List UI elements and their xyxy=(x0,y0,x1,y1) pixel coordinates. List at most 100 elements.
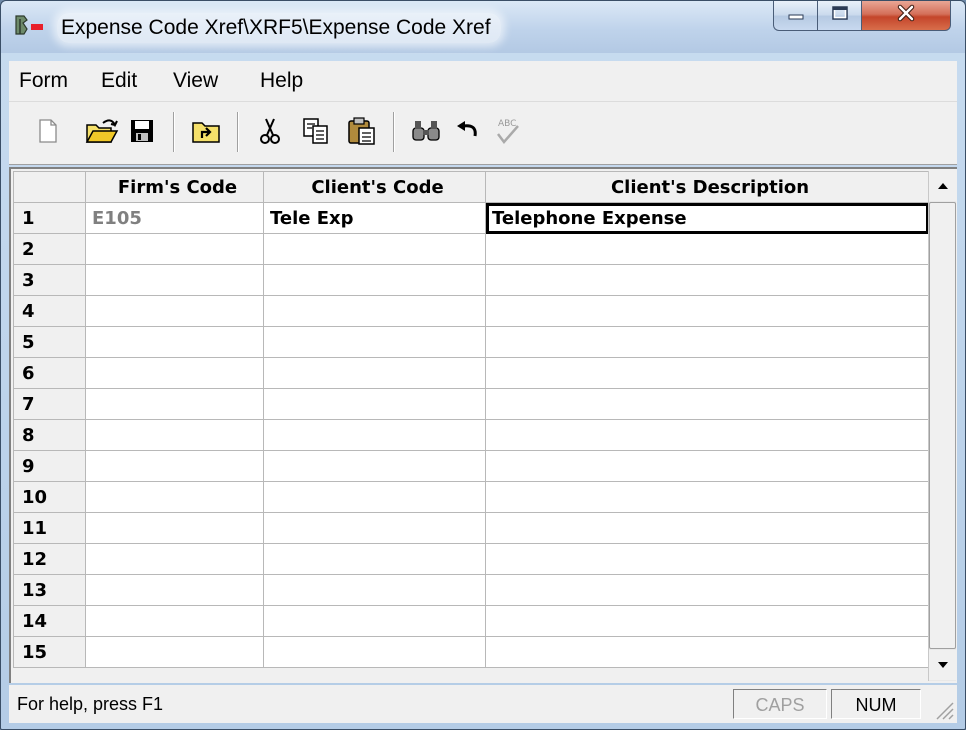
cell-firms-code[interactable] xyxy=(85,233,264,265)
table-row: 7 xyxy=(13,388,929,420)
paste-icon[interactable] xyxy=(345,114,379,148)
table-row: 4 xyxy=(13,295,929,327)
cell-firms-code[interactable] xyxy=(85,264,264,296)
cell-clients-code[interactable] xyxy=(263,419,486,451)
table-row: 9 xyxy=(13,450,929,482)
cell-firms-code[interactable] xyxy=(85,450,264,482)
scroll-up-button[interactable] xyxy=(929,171,956,201)
row-number-header[interactable]: 6 xyxy=(13,357,86,389)
header-clients-description[interactable]: Client's Description xyxy=(485,171,929,203)
cell-firms-code[interactable] xyxy=(85,636,264,668)
cell-clients-code[interactable] xyxy=(263,388,486,420)
menu-view[interactable]: View xyxy=(173,61,218,101)
cell-clients-description[interactable] xyxy=(485,481,929,513)
table-row: 2 xyxy=(13,233,929,265)
minimize-button[interactable] xyxy=(773,1,817,31)
cell-clients-description[interactable]: Telephone Expense xyxy=(485,202,929,234)
save-disk-icon[interactable] xyxy=(125,114,159,148)
find-icon[interactable] xyxy=(409,114,443,148)
cell-firms-code[interactable] xyxy=(85,326,264,358)
close-button[interactable] xyxy=(861,1,951,31)
cell-firms-code[interactable] xyxy=(85,388,264,420)
cell-firms-code[interactable] xyxy=(85,574,264,606)
cell-clients-code[interactable] xyxy=(263,605,486,637)
cell-clients-description[interactable] xyxy=(485,450,929,482)
cell-firms-code[interactable] xyxy=(85,543,264,575)
cell-clients-description[interactable] xyxy=(485,233,929,265)
cell-clients-code[interactable]: Tele Exp xyxy=(263,202,486,234)
cell-clients-description[interactable] xyxy=(485,326,929,358)
cell-clients-description[interactable] xyxy=(485,295,929,327)
cell-clients-description[interactable] xyxy=(485,264,929,296)
cell-clients-code[interactable] xyxy=(263,264,486,296)
row-number-header[interactable]: 3 xyxy=(13,264,86,296)
cell-firms-code[interactable] xyxy=(85,357,264,389)
cell-clients-code[interactable] xyxy=(263,233,486,265)
row-number-header[interactable]: 2 xyxy=(13,233,86,265)
row-number-header[interactable]: 8 xyxy=(13,419,86,451)
status-bar: For help, press F1 CAPS NUM xyxy=(9,685,957,723)
row-number-header[interactable]: 14 xyxy=(13,605,86,637)
row-number-header[interactable]: 15 xyxy=(13,636,86,668)
cell-clients-code[interactable] xyxy=(263,450,486,482)
cell-clients-code[interactable] xyxy=(263,357,486,389)
row-number-header[interactable]: 7 xyxy=(13,388,86,420)
open-folder-icon[interactable] xyxy=(85,114,119,148)
cell-clients-description[interactable] xyxy=(485,512,929,544)
copy-icon[interactable] xyxy=(299,114,333,148)
row-number-header[interactable]: 5 xyxy=(13,326,86,358)
vertical-scrollbar[interactable] xyxy=(928,171,956,681)
row-number-header[interactable]: 10 xyxy=(13,481,86,513)
cell-clients-description[interactable] xyxy=(485,574,929,606)
grid-header-row: Firm's Code Client's Code Client's Descr… xyxy=(13,171,929,203)
row-number-header[interactable]: 4 xyxy=(13,295,86,327)
grid-body: 1 E105 Tele Exp Telephone Expense 2 3 4 5 6 7 8 9 10… xyxy=(13,202,929,668)
cell-clients-description[interactable] xyxy=(485,357,929,389)
application-window: Expense Code Xref\XRF5\Expense Code Xref… xyxy=(0,0,966,730)
cell-clients-code[interactable] xyxy=(263,326,486,358)
new-document-icon[interactable] xyxy=(31,114,65,148)
close-icon xyxy=(896,4,916,27)
row-number-header[interactable]: 13 xyxy=(13,574,86,606)
corner-header[interactable] xyxy=(13,171,86,203)
row-number-header[interactable]: 12 xyxy=(13,543,86,575)
cell-clients-code[interactable] xyxy=(263,574,486,606)
scroll-down-button[interactable] xyxy=(929,650,956,680)
cell-clients-code[interactable] xyxy=(263,512,486,544)
menu-form[interactable]: Form xyxy=(19,61,68,101)
table-row: 10 xyxy=(13,481,929,513)
resize-grip-icon[interactable] xyxy=(929,695,955,721)
row-number-header[interactable]: 11 xyxy=(13,512,86,544)
cell-firms-code[interactable] xyxy=(85,419,264,451)
row-number-header[interactable]: 1 xyxy=(13,202,86,234)
scrollbar-thumb[interactable] xyxy=(929,202,956,649)
cell-clients-description[interactable] xyxy=(485,543,929,575)
cell-clients-code[interactable] xyxy=(263,636,486,668)
row-number-header[interactable]: 9 xyxy=(13,450,86,482)
cell-clients-description[interactable] xyxy=(485,388,929,420)
caption-buttons xyxy=(773,1,951,33)
undo-icon[interactable] xyxy=(451,114,485,148)
cut-icon[interactable] xyxy=(253,114,287,148)
cell-clients-code[interactable] xyxy=(263,543,486,575)
cell-firms-code[interactable]: E105 xyxy=(85,202,264,234)
import-icon[interactable] xyxy=(189,114,223,148)
header-firms-code[interactable]: Firm's Code xyxy=(85,171,264,203)
cell-firms-code[interactable] xyxy=(85,605,264,637)
cell-firms-code[interactable] xyxy=(85,512,264,544)
app-logo-icon[interactable] xyxy=(13,13,47,41)
menu-edit[interactable]: Edit xyxy=(101,61,137,101)
toolbar-separator xyxy=(173,112,175,152)
cell-clients-description[interactable] xyxy=(485,636,929,668)
header-clients-code[interactable]: Client's Code xyxy=(263,171,486,203)
cell-clients-code[interactable] xyxy=(263,295,486,327)
maximize-button[interactable] xyxy=(817,1,861,31)
spell-check-icon[interactable]: ABC xyxy=(491,114,525,148)
cell-clients-code[interactable] xyxy=(263,481,486,513)
cell-clients-description[interactable] xyxy=(485,419,929,451)
cell-firms-code[interactable] xyxy=(85,295,264,327)
cell-clients-description[interactable] xyxy=(485,605,929,637)
title-bar[interactable]: Expense Code Xref\XRF5\Expense Code Xref xyxy=(1,1,965,53)
menu-help[interactable]: Help xyxy=(260,61,303,101)
cell-firms-code[interactable] xyxy=(85,481,264,513)
